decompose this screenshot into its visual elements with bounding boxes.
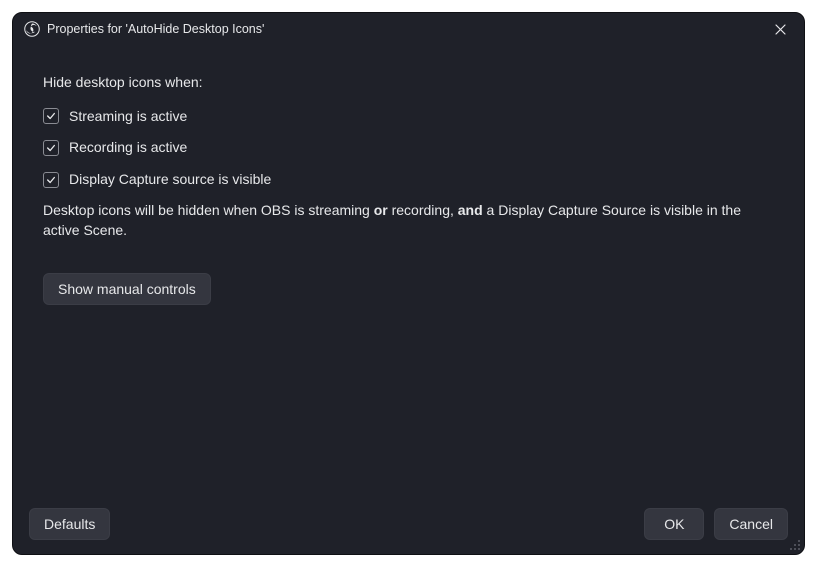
description-part: recording, [388,202,458,218]
checkbox-display-capture[interactable] [43,172,59,188]
checkbox-streaming-label[interactable]: Streaming is active [69,107,187,127]
description-bold-and: and [458,202,483,218]
close-button[interactable] [766,15,794,43]
window-title: Properties for 'AutoHide Desktop Icons' [47,22,264,36]
checkbox-row-streaming: Streaming is active [43,107,774,127]
checkbox-recording[interactable] [43,140,59,156]
check-icon [46,143,56,153]
description-text: Desktop icons will be hidden when OBS is… [43,201,774,240]
checkbox-row-recording: Recording is active [43,138,774,158]
description-bold-or: or [374,202,388,218]
dialog-footer: Defaults OK Cancel [13,508,804,554]
content-area: Hide desktop icons when: Streaming is ac… [13,45,804,508]
checkbox-streaming[interactable] [43,108,59,124]
obs-icon [23,20,41,38]
defaults-button[interactable]: Defaults [29,508,110,540]
checkbox-display-capture-label[interactable]: Display Capture source is visible [69,170,271,190]
resize-grip-icon[interactable] [789,539,801,551]
checkbox-row-display-capture: Display Capture source is visible [43,170,774,190]
properties-dialog: Properties for 'AutoHide Desktop Icons' … [12,12,805,555]
titlebar: Properties for 'AutoHide Desktop Icons' [13,13,804,45]
heading-label: Hide desktop icons when: [43,73,774,93]
show-manual-controls-button[interactable]: Show manual controls [43,273,211,305]
ok-button[interactable]: OK [644,508,704,540]
checkbox-recording-label[interactable]: Recording is active [69,138,187,158]
close-icon [775,24,786,35]
check-icon [46,111,56,121]
cancel-button[interactable]: Cancel [714,508,788,540]
description-part: Desktop icons will be hidden when OBS is… [43,202,374,218]
check-icon [46,175,56,185]
